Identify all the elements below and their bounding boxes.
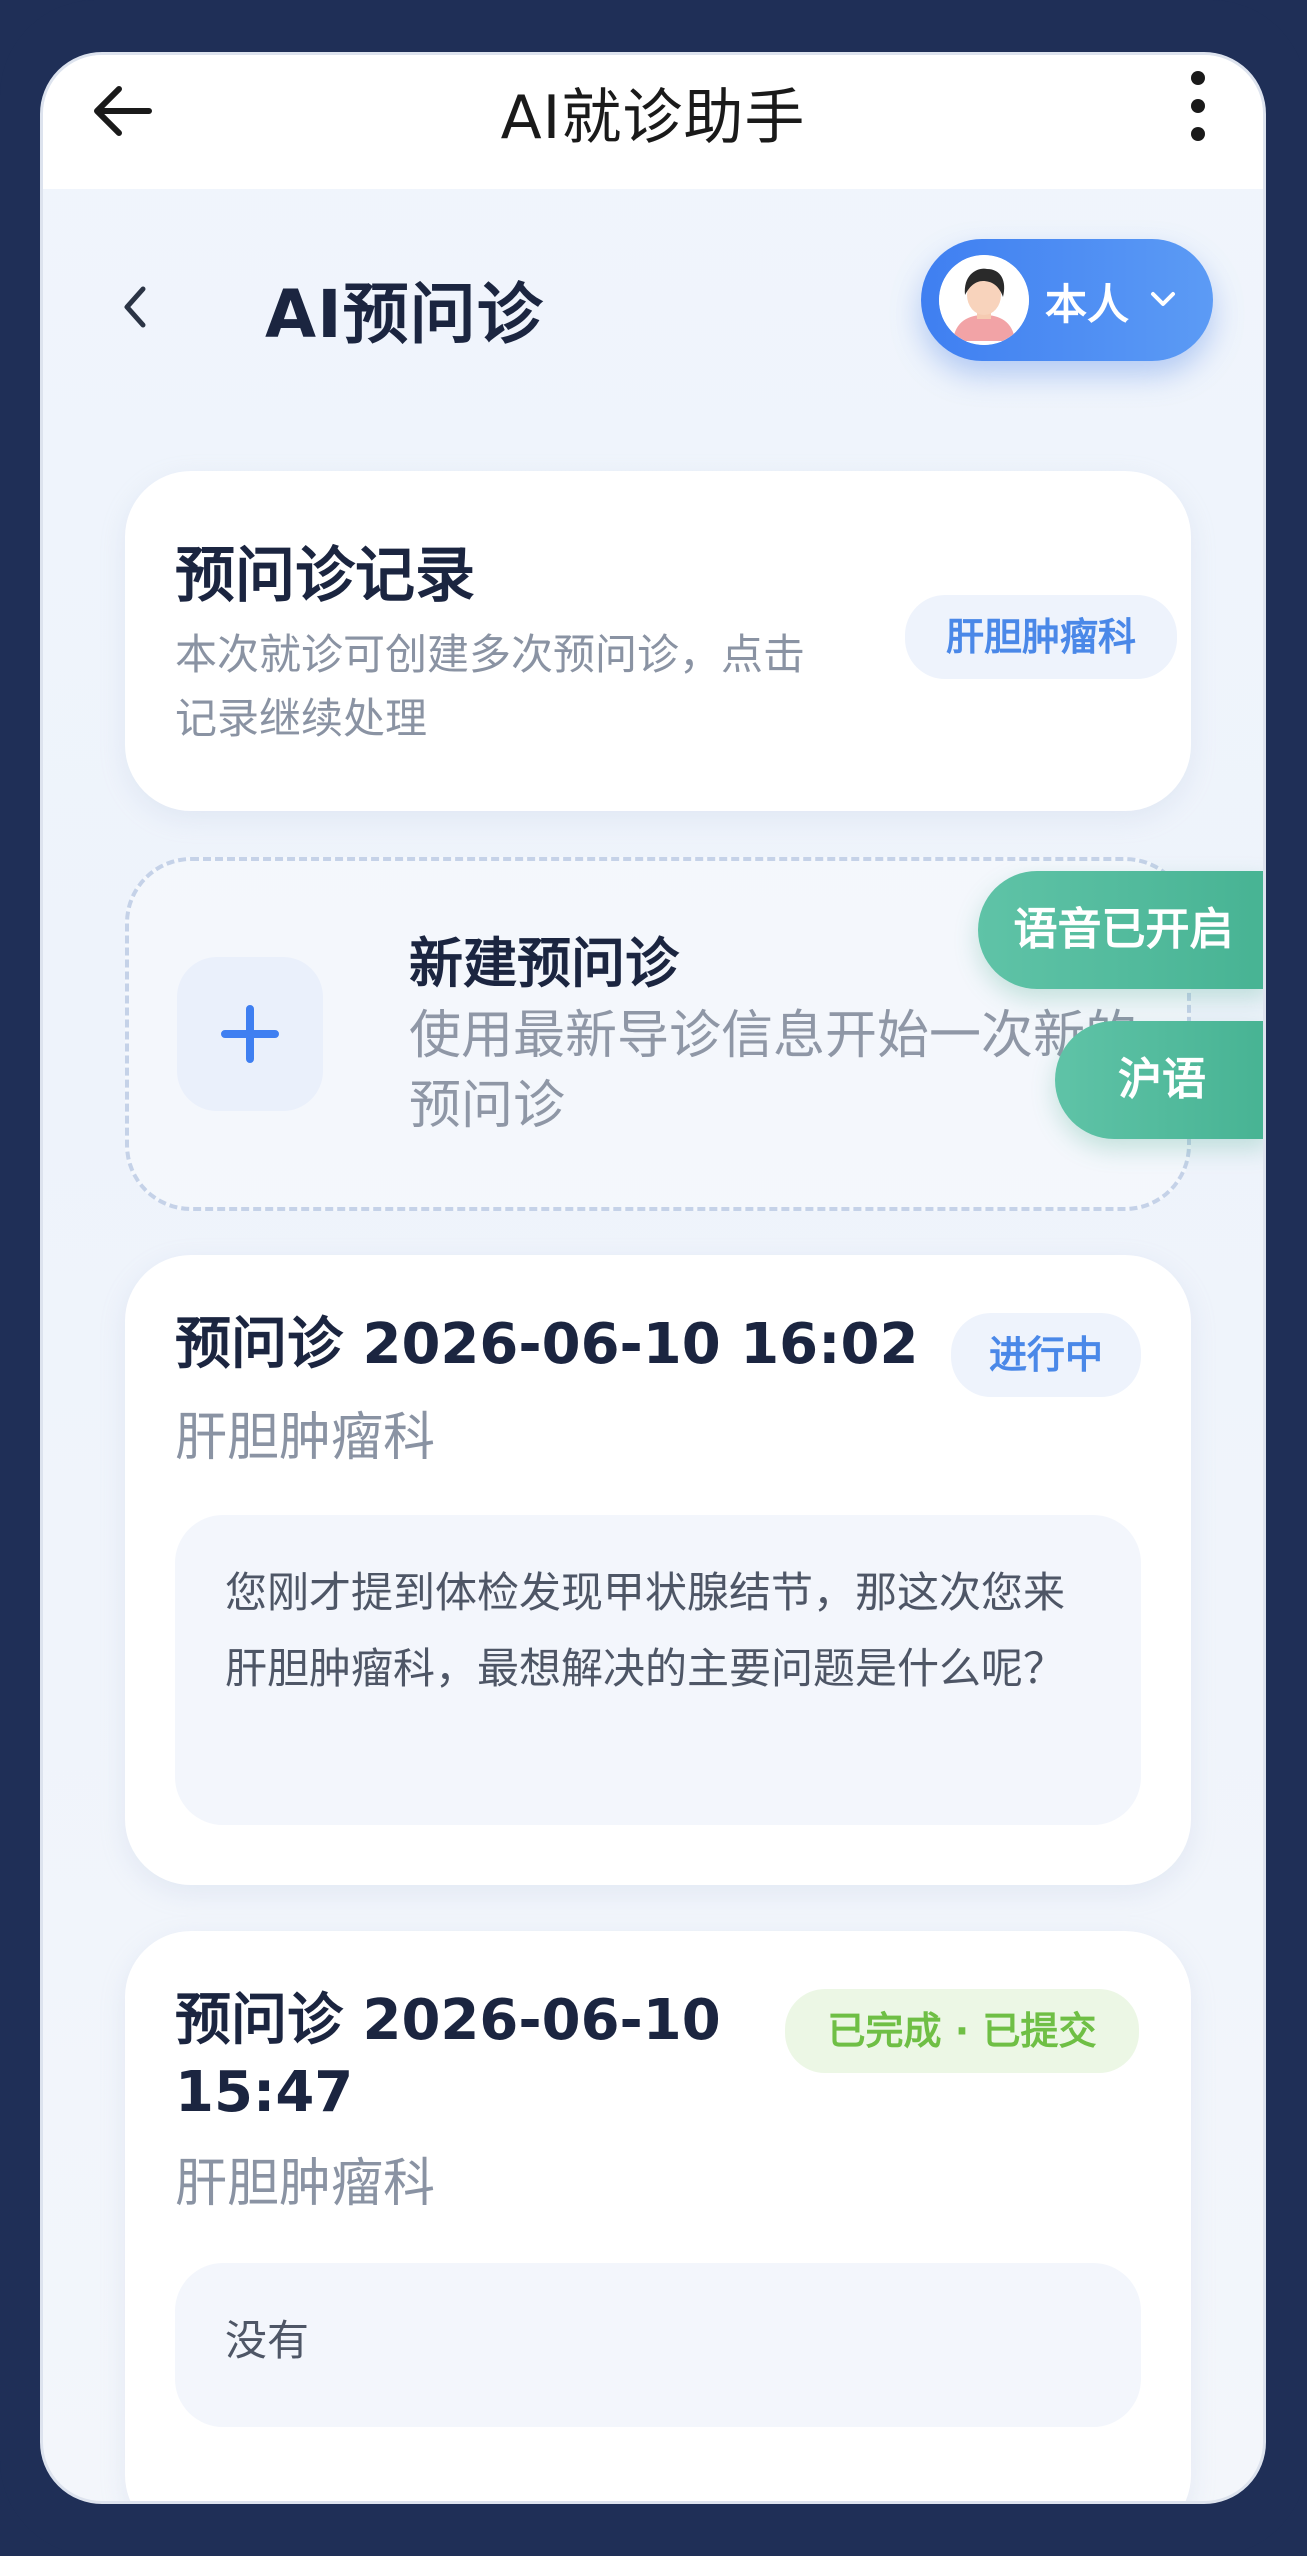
status-badge: 已完成 · 已提交 xyxy=(785,1989,1139,2073)
record-info-card: 预问诊记录 本次就诊可创建多次预问诊，点击记录继续处理 肝胆肿瘤科 xyxy=(125,471,1191,811)
app-top-bar: AI就诊助手 xyxy=(43,55,1263,189)
app-title: AI就诊助手 xyxy=(500,83,806,153)
session-title: 预问诊 2026-06-10 15:47 xyxy=(175,1988,721,2125)
session-title: 预问诊 2026-06-10 16:02 xyxy=(175,1312,919,1377)
chevron-down-icon xyxy=(1145,281,1181,317)
language-button[interactable]: 沪语 xyxy=(1055,1021,1263,1139)
session-message: 没有 xyxy=(175,2263,1141,2427)
voice-toggle-button[interactable]: 语音已开启 xyxy=(978,871,1263,989)
screen: AI就诊助手 AI预问诊 本人 预问诊记录 本次就诊可创建多次预问诊，点击记录继… xyxy=(40,52,1266,2504)
session-department: 肝胆肿瘤科 xyxy=(175,2154,436,2214)
status-badge: 进行中 xyxy=(951,1313,1141,1397)
plus-icon xyxy=(177,957,323,1111)
session-department: 肝胆肿瘤科 xyxy=(175,1408,436,1468)
user-selector[interactable]: 本人 xyxy=(921,239,1213,361)
record-description: 本次就诊可创建多次预问诊，点击记录继续处理 xyxy=(175,630,806,743)
department-tag: 肝胆肿瘤科 xyxy=(905,595,1177,679)
avatar xyxy=(939,255,1029,345)
session-card[interactable]: 预问诊 2026-06-10 15:47 已完成 · 已提交 肝胆肿瘤科 没有 xyxy=(125,1931,1191,2501)
device-frame: AI就诊助手 AI预问诊 本人 预问诊记录 本次就诊可创建多次预问诊，点击记录继… xyxy=(0,0,1307,2556)
new-session-heading: 新建预问诊 xyxy=(409,932,679,995)
record-heading: 预问诊记录 xyxy=(175,541,475,611)
session-card[interactable]: 预问诊 2026-06-10 16:02 进行中 肝胆肿瘤科 您刚才提到体检发现… xyxy=(125,1255,1191,1885)
session-message: 您刚才提到体检发现甲状腺结节，那这次您来肝胆肿瘤科，最想解决的主要问题是什么呢？ xyxy=(175,1515,1141,1825)
user-label: 本人 xyxy=(1045,280,1130,329)
page-title: AI预问诊 xyxy=(265,276,544,353)
more-options-icon[interactable] xyxy=(1183,71,1213,157)
chevron-left-icon[interactable] xyxy=(115,277,155,337)
